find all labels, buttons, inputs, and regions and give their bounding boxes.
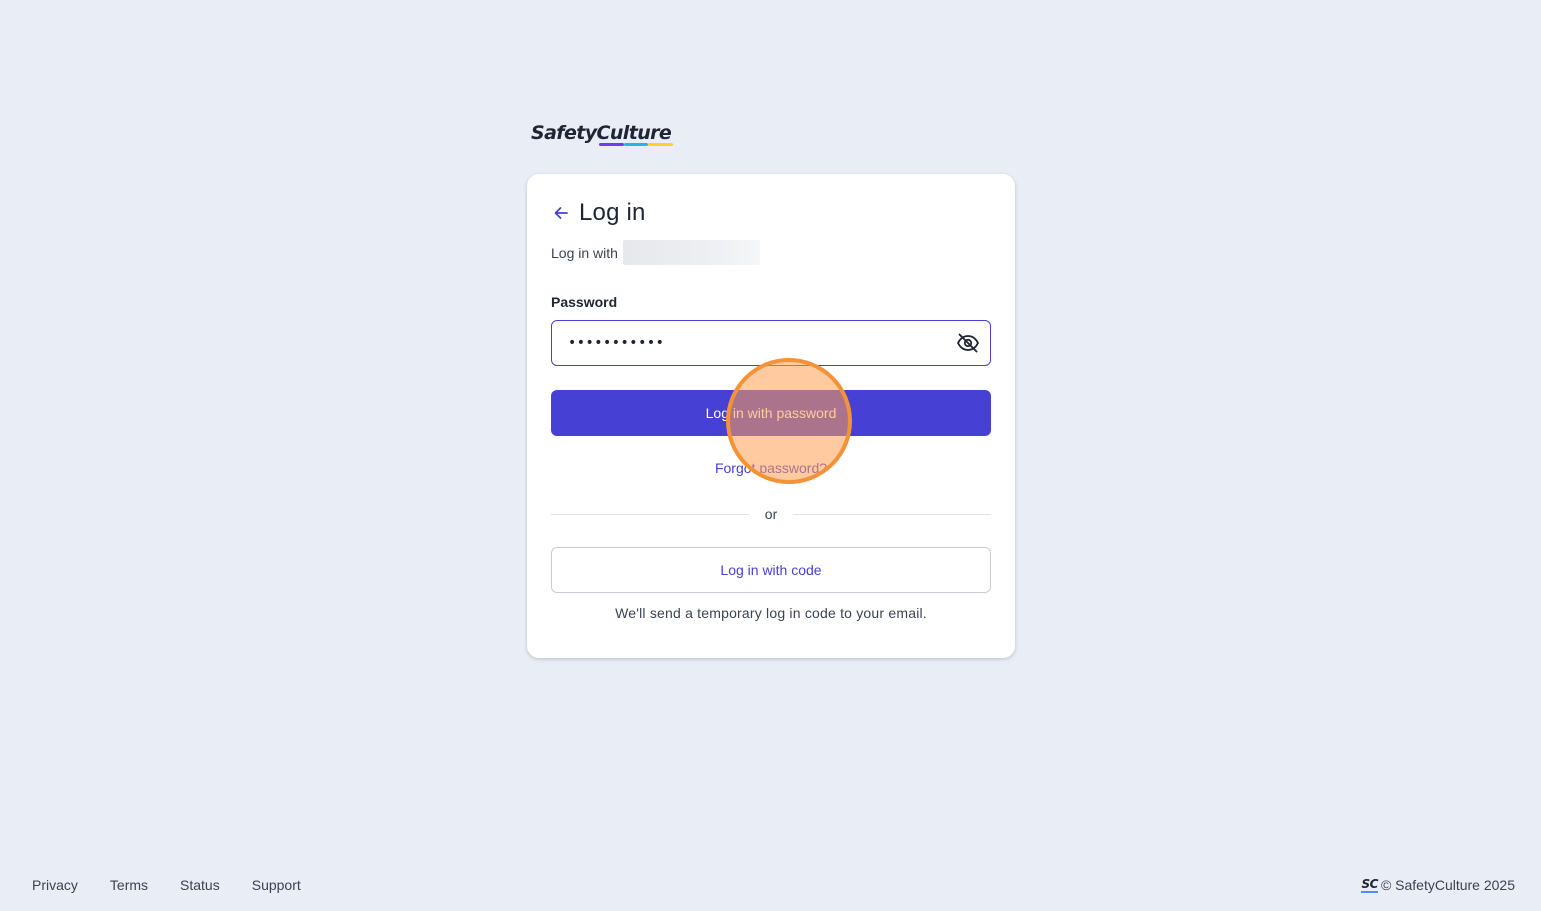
safetyculture-logo: SafetyCulture [531,120,681,150]
login-header: Log in [551,198,646,228]
logo-bar-purple [599,143,624,146]
login-with-code-button[interactable]: Log in with code [551,547,991,593]
or-divider: or [551,504,992,524]
footer-link-privacy[interactable]: Privacy [32,877,78,893]
footer-links: Privacy Terms Status Support [32,877,301,893]
copyright-text: © SafetyCulture 2025 [1380,877,1515,893]
password-input[interactable] [552,321,946,365]
divider-text: or [764,506,778,522]
subtitle-prefix: Log in with [551,244,618,261]
footer-link-terms[interactable]: Terms [110,877,148,893]
logo-bar-yellow [648,143,674,146]
logo-bar-cyan [623,143,649,146]
back-button[interactable] [551,203,571,223]
logo-underline [599,143,674,146]
forgot-password-link[interactable]: Forgot password? [527,460,1015,476]
footer-copyright: SC © SafetyCulture 2025 [1361,877,1515,893]
page-title: Log in [579,199,646,226]
divider-line-right [793,513,992,515]
login-card: Log in Log in with Password Log in with … [527,174,1015,658]
login-with-password-button[interactable]: Log in with password [551,390,991,436]
safetyculture-mark-icon: SC [1361,876,1378,893]
redacted-email [622,240,760,265]
login-subtitle: Log in with [551,240,760,265]
password-field [551,320,991,366]
toggle-password-visibility-button[interactable] [946,321,990,365]
divider-line-left [551,513,749,515]
footer-link-support[interactable]: Support [252,877,301,893]
footer-link-status[interactable]: Status [180,877,220,893]
eye-off-icon [957,333,979,353]
login-code-hint: We'll send a temporary log in code to yo… [615,605,927,621]
password-label: Password [551,294,618,310]
arrow-left-icon [554,207,568,219]
